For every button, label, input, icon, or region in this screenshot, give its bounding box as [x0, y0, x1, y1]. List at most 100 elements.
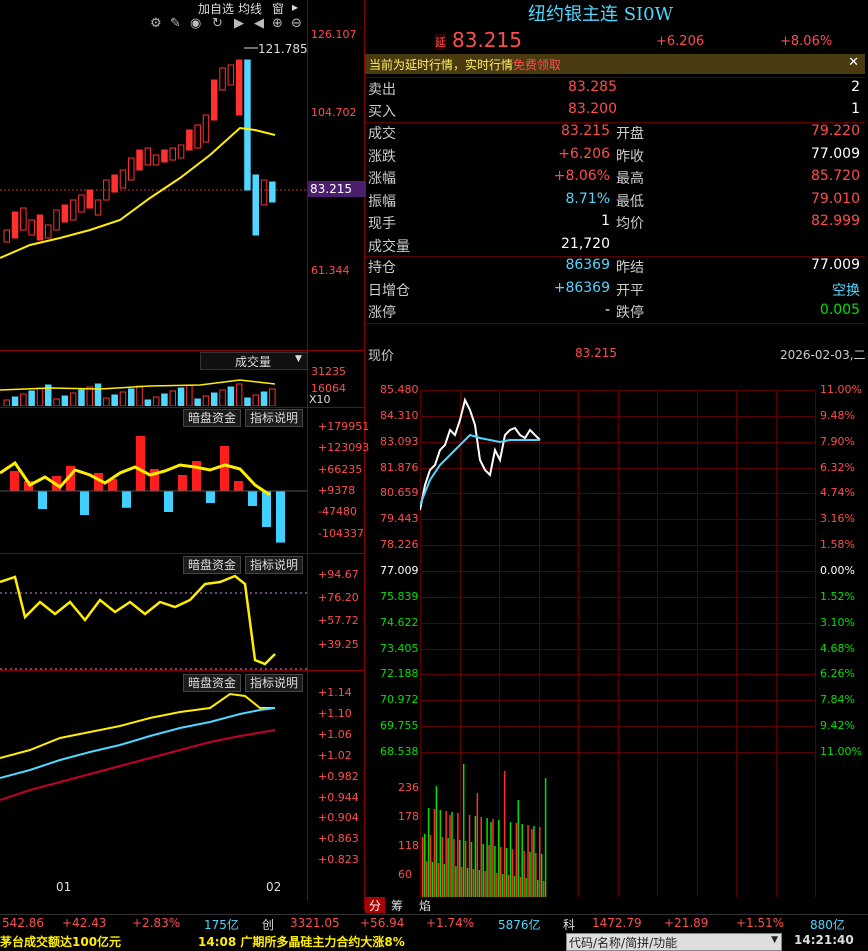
- quote-value: 83.215: [561, 123, 610, 139]
- bar: [443, 864, 445, 897]
- price-tick: 78.226: [380, 538, 419, 552]
- bar: [435, 786, 438, 897]
- bar: [269, 181, 276, 203]
- x-axis-label: 02: [266, 880, 282, 894]
- bar: [535, 853, 537, 897]
- indicator3-chart: [0, 692, 276, 801]
- indicator-tick: +0.823: [318, 853, 359, 867]
- index-change: +42.43: [62, 916, 107, 930]
- indicator-tick: +0.863: [318, 832, 359, 846]
- bar: [496, 873, 498, 897]
- buy-row: 买入 83.200 1: [366, 101, 864, 123]
- dropdown-icon[interactable]: ▼: [771, 935, 778, 945]
- bar: [466, 868, 469, 897]
- refresh-icon[interactable]: ↻: [212, 16, 223, 31]
- zoom-out-icon[interactable]: ⊖: [291, 16, 302, 31]
- bar: [20, 207, 27, 231]
- quote-label: 昨结: [616, 260, 644, 276]
- index-value[interactable]: 1472.79: [592, 916, 642, 930]
- bar: [119, 169, 127, 189]
- bar: [136, 385, 143, 406]
- indicator-tick: +1.10: [318, 706, 352, 720]
- index-label: 创: [262, 918, 275, 932]
- news-bar: 茅台成交额达100亿元 14:08 广期所多晶硅主力合约大涨8% 代码/名称/简…: [0, 932, 868, 951]
- tab-flame[interactable]: 焰: [419, 897, 431, 914]
- volume-tick: 118: [398, 839, 419, 852]
- ma-button[interactable]: 均线: [238, 0, 262, 17]
- quote-label: 开平: [616, 282, 644, 299]
- bar: [425, 861, 428, 897]
- bar: [161, 149, 168, 163]
- volume-selector[interactable]: 成交量 ▼: [200, 352, 308, 370]
- bar: [433, 809, 436, 897]
- bar: [3, 399, 10, 406]
- bar: [505, 848, 508, 897]
- price-tick: 80.659: [380, 486, 419, 500]
- news-item[interactable]: 茅台成交额达100亿元: [0, 933, 121, 950]
- pct-tick: 3.10%: [820, 615, 855, 629]
- bar: [445, 811, 447, 897]
- quote-label: 成交量: [368, 238, 410, 255]
- close-icon[interactable]: ✕: [848, 55, 859, 70]
- search-box[interactable]: 代码/名称/简拼/功能 ▼: [566, 933, 782, 951]
- index-value[interactable]: 542.86: [2, 916, 44, 930]
- bar: [480, 817, 482, 897]
- quote-label: 开盘: [616, 126, 644, 142]
- bar: [244, 397, 251, 406]
- bar: [470, 842, 473, 897]
- buy-price: 83.200: [568, 101, 617, 117]
- volume-tick: 236: [398, 781, 419, 794]
- chart-tabs: 分 筹 焰: [365, 897, 445, 913]
- arrow-icon[interactable]: ▸: [292, 0, 298, 14]
- bar: [269, 388, 276, 406]
- add-watchlist-button[interactable]: 加自选: [198, 0, 234, 17]
- quote-label: 成交: [368, 126, 396, 142]
- search-input[interactable]: 代码/名称/简拼/功能: [569, 934, 677, 951]
- pen-icon[interactable]: ✎: [170, 16, 181, 31]
- quote-value: 77.009: [811, 145, 860, 162]
- quote-row: 涨停 - 跌停 0.005: [366, 302, 864, 324]
- news-item[interactable]: 14:08 广期所多晶硅主力合约大涨8%: [198, 933, 405, 950]
- bar: [490, 822, 492, 897]
- bar: [186, 129, 193, 151]
- bar: [202, 395, 210, 406]
- window-button[interactable]: 窗: [272, 0, 284, 17]
- tab-minute[interactable]: 分: [365, 897, 385, 913]
- prev-icon[interactable]: ◀: [254, 16, 264, 31]
- bar: [122, 491, 131, 508]
- bar: [533, 826, 535, 897]
- play-icon[interactable]: ▶: [234, 16, 244, 31]
- quote-label: 跌停: [616, 305, 644, 321]
- bar: [507, 875, 510, 897]
- quote-row: 振幅 8.71% 最低 79.010: [366, 191, 864, 213]
- bar: [128, 157, 135, 181]
- bar: [235, 59, 243, 116]
- eye-icon[interactable]: ◉: [190, 16, 201, 31]
- pct-tick: 4.68%: [820, 641, 855, 655]
- volume-tick: 31235: [311, 365, 346, 378]
- price-tick: 72.188: [380, 667, 419, 681]
- index-value[interactable]: 3321.05: [290, 916, 340, 930]
- bar: [169, 390, 176, 406]
- bar: [20, 393, 27, 406]
- pct-tick: 6.32%: [820, 460, 855, 474]
- bar: [464, 841, 467, 897]
- bar: [537, 880, 539, 897]
- bar: [422, 837, 424, 897]
- bar: [219, 67, 226, 91]
- quote-change: +6.206: [656, 34, 705, 49]
- bar: [503, 771, 506, 897]
- bar: [194, 124, 201, 149]
- index-amount: 880亿: [810, 918, 845, 932]
- free-trial-link[interactable]: 免费领取: [513, 56, 561, 73]
- intraday-volume-chart: [422, 764, 547, 897]
- bar: [462, 764, 465, 897]
- bar: [164, 491, 173, 512]
- tab-chips[interactable]: 筹: [391, 897, 403, 914]
- zoom-in-icon[interactable]: ⊕: [272, 16, 283, 31]
- settings-icon[interactable]: ⚙: [150, 16, 162, 31]
- quote-row: 成交量 21,720: [366, 236, 864, 258]
- bar: [244, 59, 251, 191]
- bar: [423, 834, 426, 897]
- pct-tick: 11.00%: [820, 744, 862, 758]
